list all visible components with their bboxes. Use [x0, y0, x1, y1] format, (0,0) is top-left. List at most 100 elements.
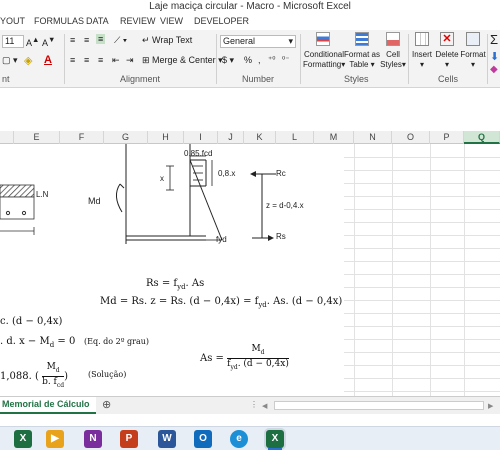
separator — [487, 34, 488, 84]
font-group-label: nt — [2, 74, 10, 84]
increase-decimal-icon[interactable]: ⁺⁰ — [268, 55, 275, 64]
shrink-font-icon[interactable]: A▼ — [42, 35, 55, 48]
sheet-grid[interactable]: L.N 0.85.fcd x 0,8.x Rc z = d-0,4.x Rs f… — [0, 144, 500, 396]
align-bottom-icon[interactable]: ≡ — [96, 34, 106, 44]
scroll-right-icon[interactable]: ▶ — [488, 402, 496, 410]
media-player-taskbar-icon[interactable]: ▶ — [46, 430, 64, 448]
cell-styles-icon — [386, 32, 400, 46]
column-header-o[interactable]: O — [392, 131, 430, 144]
number-format-dropdown[interactable]: General ▾ — [220, 35, 296, 48]
insert-cells-icon — [415, 32, 429, 46]
stress-label: 0.85.fcd — [184, 149, 213, 158]
separator — [216, 34, 217, 84]
autosum-icon[interactable]: Σ — [490, 32, 498, 47]
align-left-icon[interactable]: ≡ — [70, 55, 75, 65]
equation-left-3: 1,088. ( Md b. fcd ) — [0, 362, 69, 389]
orientation-icon[interactable]: ⟋ ▾ — [114, 35, 127, 46]
block-height-label: 0,8.x — [218, 169, 236, 178]
horizontal-scrollbar[interactable] — [274, 401, 484, 410]
md-label: Md — [88, 196, 101, 206]
column-header-j[interactable]: J — [218, 131, 244, 144]
column-header-n[interactable]: N — [354, 131, 392, 144]
equation-as: As = Md fyd. (d − 0,4x) — [200, 344, 289, 371]
add-sheet-icon[interactable]: ⊕ — [102, 398, 111, 411]
format-as-table-button[interactable]: Format as Table ▾ — [344, 32, 380, 72]
conditional-formatting-icon — [316, 32, 330, 46]
formula-area — [0, 88, 500, 130]
fill-icon[interactable]: ⬇ — [490, 50, 499, 63]
fill-color-icon[interactable]: ◈ — [24, 54, 32, 67]
format-button[interactable]: Format ▾ — [460, 32, 486, 72]
border-icon[interactable]: ▢ ▾ — [2, 55, 18, 66]
clear-icon[interactable]: ◆ — [490, 64, 498, 75]
sheet-scroll-dots-icon[interactable]: ⋮ — [250, 400, 258, 409]
cell-label: Cell — [386, 50, 400, 59]
grow-font-icon[interactable]: A▲ — [26, 35, 39, 48]
sheet-tab-memorial[interactable]: Memorial de Cálculo — [0, 397, 96, 414]
sheet-tab-bar: Memorial de Cálculo ⊕ ⋮ ◀ ▶ — [0, 396, 500, 414]
tab-developer[interactable]: DEVELOPER — [194, 16, 249, 26]
accounting-format-icon[interactable]: $ ▾ — [222, 55, 234, 66]
alignment-group-label: Alignment — [120, 74, 161, 84]
column-header-p[interactable]: P — [430, 131, 464, 144]
column-header-h[interactable]: H — [148, 131, 184, 144]
eq-2nd-degree-note: (Eq. do 2º grau) — [84, 337, 150, 346]
align-top-icon[interactable]: ≡ — [70, 35, 75, 45]
delete-cells-icon: ✕ — [440, 32, 454, 46]
powerpoint-taskbar-icon[interactable]: P — [120, 430, 138, 448]
excel-taskbar-icon[interactable]: X — [14, 430, 32, 448]
neutral-axis-label: L.N — [36, 190, 49, 199]
equation-md: Md = Rs. z = Rs. (d − 0,4x) = fyd. As. (… — [100, 296, 343, 309]
percent-button[interactable]: % — [244, 55, 252, 65]
lever-arm-label: z = d-0,4.x — [266, 201, 304, 210]
delete-button[interactable]: ✕ Delete ▾ — [434, 32, 460, 72]
cell-styles-button[interactable]: Cell Styles▾ — [380, 32, 406, 72]
separator — [64, 34, 65, 84]
separator — [408, 34, 409, 84]
gridline — [354, 144, 355, 396]
insert-button[interactable]: Insert ▾ — [410, 32, 434, 72]
tab-view[interactable]: VIEW — [160, 16, 183, 26]
tab-data[interactable]: DATA — [86, 16, 109, 26]
column-header-g[interactable]: G — [104, 131, 148, 144]
column-header-partial[interactable] — [0, 131, 14, 144]
comma-button[interactable]: , — [258, 55, 261, 65]
increase-indent-icon[interactable]: ⇥ — [126, 55, 134, 66]
word-taskbar-icon[interactable]: W — [158, 430, 176, 448]
column-header-e[interactable]: E — [14, 131, 60, 144]
column-header-m[interactable]: M — [314, 131, 354, 144]
tab-page-layout[interactable]: YOUT — [0, 16, 25, 26]
rs-label: Rs — [276, 232, 286, 241]
onenote-taskbar-icon[interactable]: N — [84, 430, 102, 448]
format-as-label: Format as — [344, 50, 381, 59]
gridline — [430, 144, 431, 396]
merge-icon: ⊞ — [142, 55, 153, 65]
column-header-l[interactable]: L — [276, 131, 314, 144]
column-header-k[interactable]: K — [244, 131, 276, 144]
font-color-icon[interactable]: A — [44, 54, 52, 66]
wrap-text-icon: ↵ — [142, 35, 153, 45]
conditional-formatting-button[interactable]: Conditional Formatting▾ — [303, 32, 345, 72]
gridline — [464, 144, 465, 396]
font-size-box[interactable]: 11 — [2, 35, 24, 48]
number-format-value: General — [223, 36, 256, 46]
column-header-i[interactable]: I — [184, 131, 218, 144]
column-header-f[interactable]: F — [60, 131, 104, 144]
align-middle-icon[interactable]: ≡ — [84, 35, 89, 45]
excel-active-taskbar-icon[interactable]: X — [266, 430, 284, 448]
align-center-icon[interactable]: ≡ — [84, 55, 89, 65]
edge-taskbar-icon[interactable]: e — [230, 430, 248, 448]
tab-review[interactable]: REVIEW — [120, 16, 156, 26]
styles-label: Styles▾ — [380, 60, 406, 69]
decrease-decimal-icon[interactable]: ⁰⁻ — [282, 55, 289, 64]
decrease-indent-icon[interactable]: ⇤ — [112, 55, 120, 66]
format-cells-icon — [466, 32, 480, 46]
tab-formulas[interactable]: FORMULAS — [34, 16, 84, 26]
align-right-icon[interactable]: ≡ — [98, 55, 103, 65]
merge-center-button[interactable]: ⊞ Merge & Center ▾ — [142, 55, 223, 66]
column-header-q-selected[interactable]: Q — [464, 131, 500, 144]
chevron-down-icon: ▾ — [470, 60, 475, 69]
scroll-left-icon[interactable]: ◀ — [262, 402, 270, 410]
wrap-text-button[interactable]: ↵ Wrap Text — [142, 35, 192, 46]
outlook-taskbar-icon[interactable]: O — [194, 430, 212, 448]
